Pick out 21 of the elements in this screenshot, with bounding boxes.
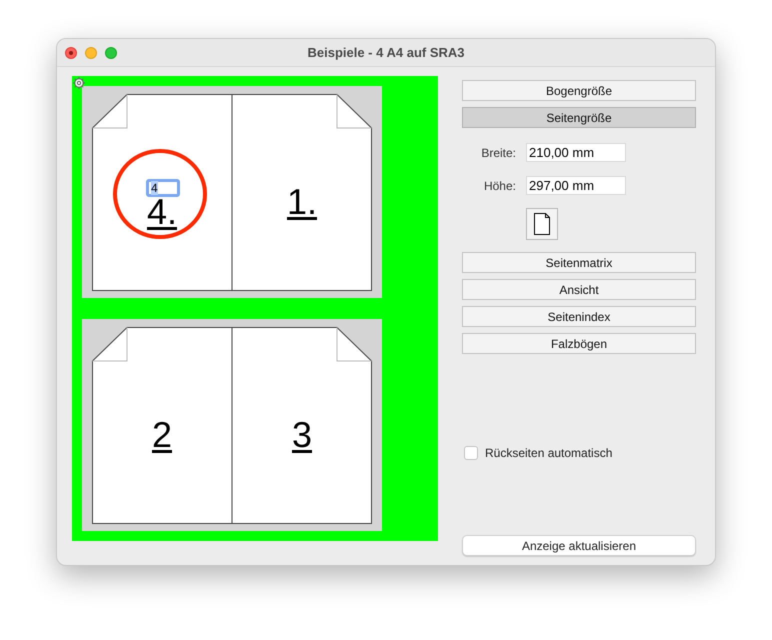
page-icon xyxy=(534,213,550,235)
page-orientation-button[interactable] xyxy=(526,208,558,240)
section-button[interactable]: Falzbögen xyxy=(462,333,696,354)
update-button[interactable]: Anzeige aktualisieren xyxy=(462,535,696,556)
section-button[interactable]: Bogengröße xyxy=(462,80,696,101)
section-button[interactable]: Seitenindex xyxy=(462,306,696,327)
section-button[interactable]: Seitengröße xyxy=(462,107,696,128)
checkbox-label: Rückseiten automatisch xyxy=(485,445,612,462)
page-number: 3 xyxy=(290,415,314,455)
checkbox[interactable] xyxy=(464,446,478,460)
page-number: 1. xyxy=(286,182,318,222)
section-button[interactable]: Ansicht xyxy=(462,279,696,300)
page-number-input[interactable]: 4 xyxy=(146,179,180,197)
size-field[interactable]: 297,00 mm xyxy=(526,176,626,195)
page-number: 2 xyxy=(150,415,174,455)
window-title: Beispiele - 4 A4 auf SRA3 xyxy=(307,44,464,62)
field-label: Höhe: xyxy=(482,178,516,194)
close-button[interactable] xyxy=(65,47,77,59)
size-field[interactable]: 210,00 mm xyxy=(526,143,626,162)
section-button[interactable]: Seitenmatrix xyxy=(462,252,696,273)
field-label: Breite: xyxy=(480,144,516,162)
